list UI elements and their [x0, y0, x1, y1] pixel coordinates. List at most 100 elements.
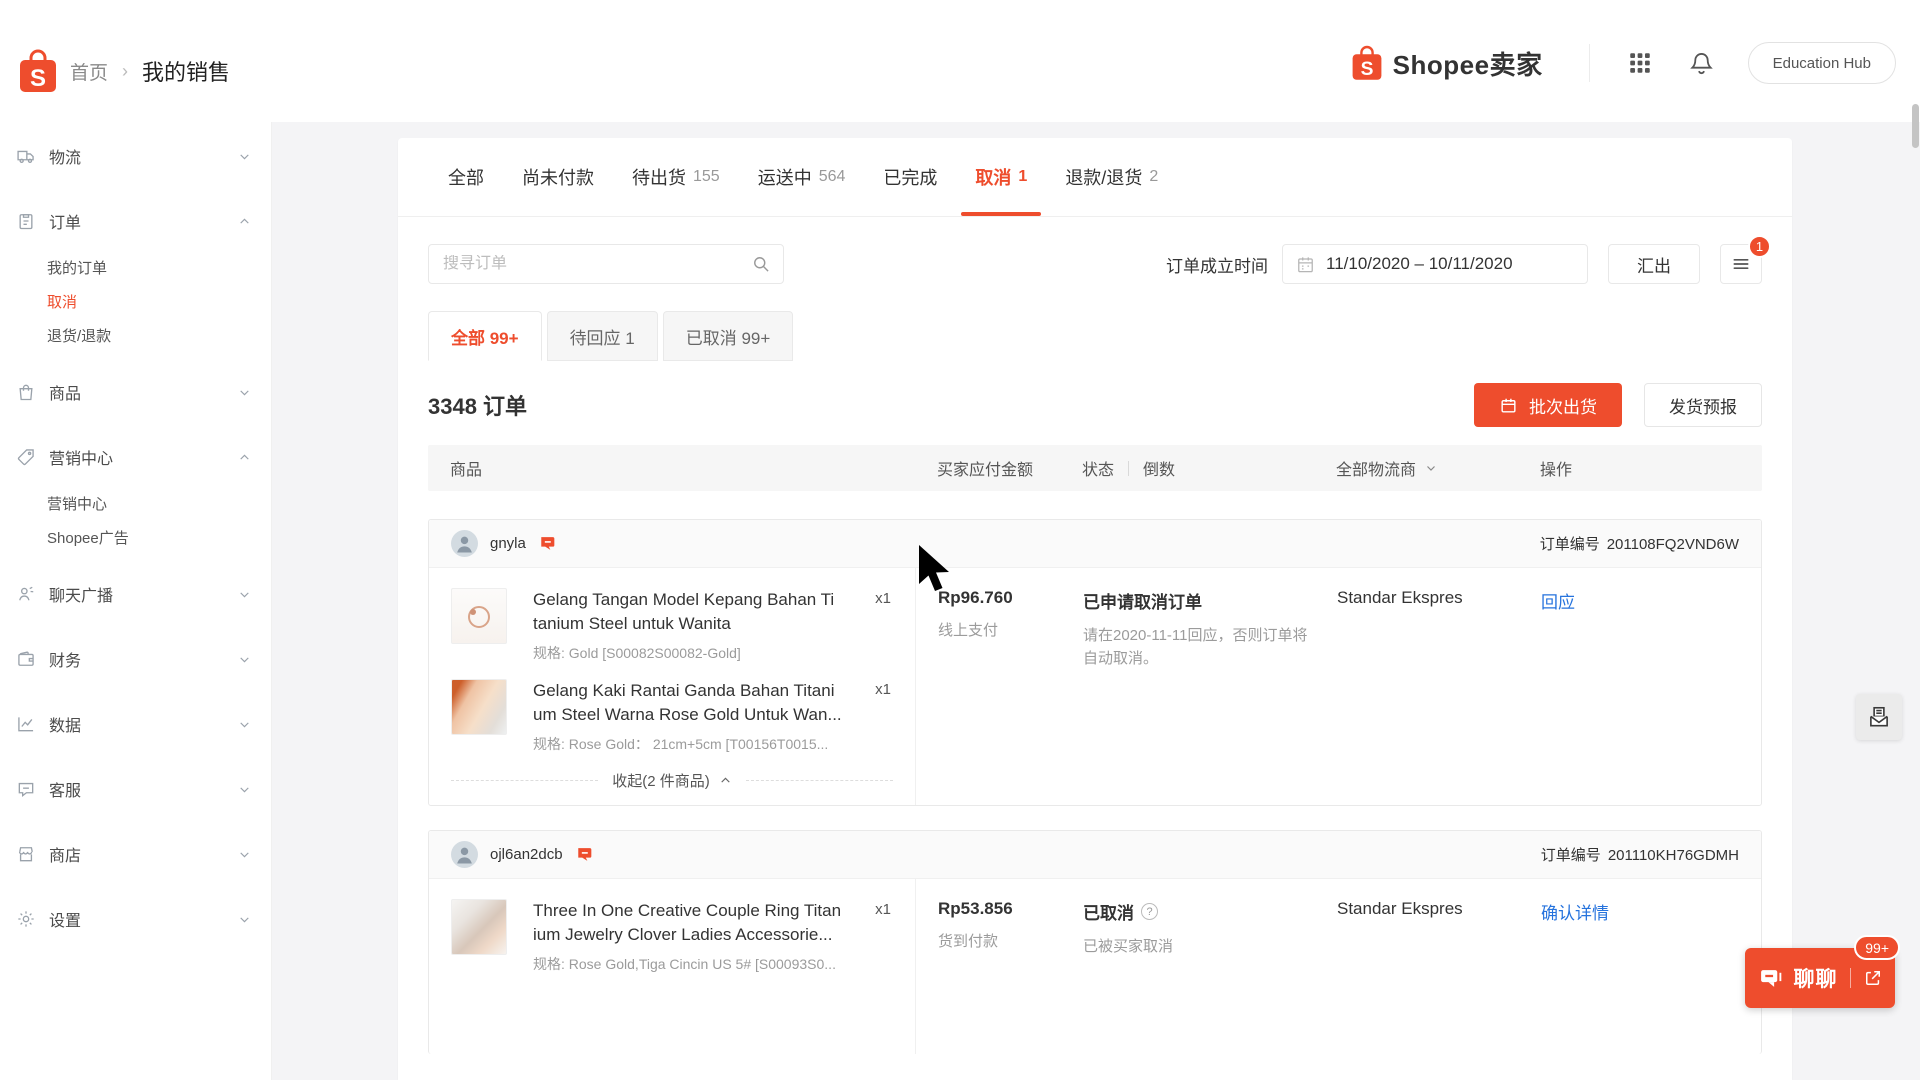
- chat-with-buyer-icon[interactable]: [538, 534, 558, 553]
- education-hub-label: Education Hub: [1772, 54, 1871, 72]
- col-product: 商品: [450, 462, 483, 479]
- subtab-all[interactable]: 全部 99+: [428, 311, 542, 361]
- person-icon: [457, 536, 472, 553]
- product-title-line1: Gelang Kaki Rantai Ganda Bahan Titani: [533, 681, 835, 700]
- tab-completed[interactable]: 已完成: [883, 138, 937, 216]
- tab-to-ship[interactable]: 待出货 155: [632, 138, 720, 216]
- buyer-username: ojl6an2dcb: [490, 846, 563, 863]
- chat-icon: [1760, 969, 1781, 987]
- product-title-line2: ium Jewelry Clover Ladies Accessorie...: [533, 925, 833, 944]
- tab-count: 2: [1149, 168, 1159, 185]
- sidebar-item-cancel[interactable]: 取消: [0, 284, 271, 318]
- tab-cancelled[interactable]: 取消 1: [961, 138, 1042, 216]
- confirm-details-link[interactable]: 确认详情: [1541, 904, 1609, 923]
- respond-link[interactable]: 回应: [1541, 593, 1575, 612]
- tab-shipping[interactable]: 运送中 564: [758, 138, 846, 216]
- search-input[interactable]: [429, 255, 751, 273]
- product-title[interactable]: Three In One Creative Couple Ring Titan …: [533, 899, 859, 947]
- truck-icon: [17, 150, 34, 163]
- product-item: Gelang Tangan Model Kepang Bahan Ti tani…: [451, 588, 893, 663]
- sidebar-item-shop[interactable]: 商店: [0, 834, 271, 874]
- education-hub-button[interactable]: Education Hub: [1747, 42, 1896, 84]
- sidebar-item-shopee-ads[interactable]: Shopee广告: [0, 520, 271, 554]
- tab-label: 运送中: [757, 168, 812, 188]
- sidebar-item-marketing[interactable]: 营销中心: [0, 437, 271, 477]
- tag-icon: [17, 449, 34, 466]
- export-list-button[interactable]: 1: [1720, 235, 1771, 284]
- chat-icon: [541, 537, 555, 550]
- payment-method: 线上支付: [938, 622, 999, 639]
- mail-icon: [1870, 706, 1888, 727]
- collapse-products-toggle[interactable]: 收起(2 件商品): [612, 770, 732, 791]
- sidebar-label: 设置: [49, 913, 82, 930]
- sidebar-item-logistics[interactable]: 物流: [0, 136, 271, 176]
- subtab-cancelled[interactable]: 已取消 99+: [662, 311, 794, 361]
- person-icon: [457, 847, 472, 864]
- sidebar-label: 财务: [49, 653, 82, 670]
- webchat-button[interactable]: 聊聊 99+: [1745, 935, 1900, 1008]
- products-cell: Three In One Creative Couple Ring Titan …: [429, 879, 916, 1054]
- product-image[interactable]: [451, 588, 507, 644]
- chevron-down-icon: [240, 851, 249, 858]
- sidebar-item-returns[interactable]: 退货/退款: [0, 318, 271, 352]
- tab-count: 564: [818, 168, 846, 185]
- tab-all[interactable]: 全部: [448, 138, 484, 216]
- sidebar-item-products[interactable]: 商品: [0, 372, 271, 412]
- notifications-button[interactable]: [1682, 43, 1722, 83]
- status-help-icon[interactable]: ?: [1141, 903, 1158, 920]
- person-icon: [19, 586, 34, 601]
- sidebar-item-customer-service[interactable]: 客服: [0, 769, 271, 809]
- product-qty: x1: [875, 590, 891, 607]
- product-qty: x1: [875, 681, 891, 698]
- feedback-mail-button[interactable]: [1856, 694, 1902, 740]
- col-status: 状态: [1082, 462, 1115, 479]
- product-image[interactable]: [451, 899, 507, 955]
- apps-grid-button[interactable]: [1620, 43, 1660, 83]
- tab-label: 退款/退货: [1065, 168, 1143, 188]
- chevron-down-icon: [240, 591, 249, 598]
- batch-ship-button[interactable]: 批次出货: [1474, 383, 1622, 427]
- product-spec: 规格: Rose Gold： 21cm+5cm [T00156T0015...: [533, 736, 829, 752]
- sidebar-sublabel: 取消: [47, 293, 78, 311]
- brand-name: Shopee卖家: [1392, 49, 1543, 80]
- shopee-logo-icon[interactable]: S: [18, 48, 58, 94]
- orders-card: 全部 尚未付款 待出货 155 运送中 564 已完成 取消 1 退款/退货 2 订单成…: [398, 138, 1792, 1080]
- buyer-avatar[interactable]: [451, 841, 478, 868]
- scrollbar-thumb[interactable]: [1912, 104, 1919, 148]
- sidebar-item-data[interactable]: 数据: [0, 704, 271, 744]
- sidebar-item-chat-broadcast[interactable]: 聊天广播: [0, 574, 271, 614]
- col-amount: 买家应付金额: [937, 462, 1034, 479]
- order-number-label: 订单编号: [1540, 847, 1601, 864]
- sidebar-item-marketing-centre[interactable]: 营销中心: [0, 486, 271, 520]
- product-item: Gelang Kaki Rantai Ganda Bahan Titani um…: [451, 679, 893, 754]
- sidebar-item-orders[interactable]: 订单: [0, 201, 271, 241]
- product-title[interactable]: Gelang Tangan Model Kepang Bahan Ti tani…: [533, 588, 859, 636]
- tab-unpaid[interactable]: 尚未付款: [522, 138, 594, 216]
- top-header: S 首页 › 我的销售 S Shopee卖家 Education Hub: [0, 0, 1920, 122]
- chat-with-buyer-icon[interactable]: [575, 845, 595, 864]
- breadcrumb-home[interactable]: 首页: [70, 58, 108, 85]
- list-menu-icon: [1733, 259, 1749, 269]
- sidebar-sublabel: Shopee广告: [47, 529, 129, 547]
- shipping-forecast-label: 发货预报: [1669, 397, 1737, 417]
- sidebar-item-my-orders[interactable]: 我的订单: [0, 250, 271, 284]
- logistics-filter-dropdown[interactable]: 全部物流商: [1312, 456, 1522, 480]
- sidebar-item-finance[interactable]: 财务: [0, 639, 271, 679]
- sidebar-sublabel: 退货/退款: [47, 327, 112, 345]
- product-title[interactable]: Gelang Kaki Rantai Ganda Bahan Titani um…: [533, 679, 859, 727]
- tab-refund[interactable]: 退款/退货 2: [1065, 138, 1158, 216]
- product-image[interactable]: [451, 679, 507, 735]
- product-title-line1: Gelang Tangan Model Kepang Bahan Ti: [533, 590, 835, 609]
- sidebar-nav: 物流 订单 我的订单 取消 退货/退款 商品 营销中心 营销中心 Shopee广…: [0, 122, 272, 1080]
- order-search-box[interactable]: [428, 244, 784, 284]
- shipping-forecast-button[interactable]: 发货预报: [1644, 383, 1762, 427]
- product-qty: x1: [875, 901, 891, 918]
- status-note: 请在2020-11-11回应，否则订单将自动取消。: [1083, 627, 1308, 667]
- subtab-to-respond[interactable]: 待回应 1: [546, 311, 658, 361]
- date-range-picker[interactable]: 11/10/2020 – 10/11/2020: [1282, 244, 1588, 284]
- buyer-avatar[interactable]: [451, 530, 478, 557]
- order-row: gnyla 订单编号 201108FQ2VND6W Gelang Tangan …: [428, 519, 1762, 806]
- sidebar-item-settings[interactable]: 设置: [0, 899, 271, 939]
- order-number-label: 订单编号: [1539, 536, 1600, 553]
- export-button[interactable]: 汇出: [1608, 244, 1700, 284]
